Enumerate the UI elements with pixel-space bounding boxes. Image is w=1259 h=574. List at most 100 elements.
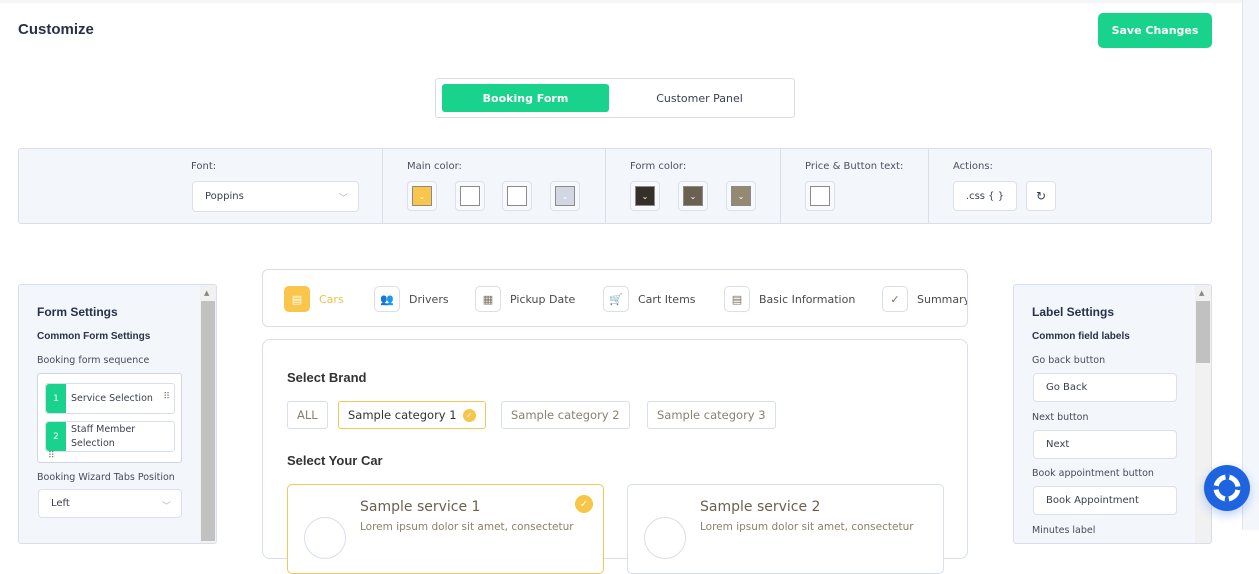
help-lifebuoy-button[interactable] [1204, 465, 1250, 511]
form-color-swatch-3[interactable]: ⌄ [726, 181, 756, 211]
chevron-down-icon: ⌄ [683, 186, 703, 206]
book-appointment-label: Book appointment button [1032, 468, 1154, 479]
booking-preview-card: Select Brand ALL Sample category 1 ✓ Sam… [262, 339, 968, 574]
price-color-section: Price & Button text: [781, 149, 929, 223]
document-icon: ▤ [724, 286, 750, 312]
step-label: Basic Information [759, 292, 856, 306]
next-input[interactable]: Next [1033, 430, 1177, 459]
book-appointment-input[interactable]: Book Appointment [1033, 486, 1177, 515]
main-color-section: Main color: ⌄ ⌄ [383, 149, 606, 223]
step-label: Cars [319, 292, 344, 306]
category-chip-3[interactable]: Sample category 3 [647, 401, 776, 429]
color-fill [507, 186, 527, 206]
form-color-label: Form color: [630, 161, 687, 172]
step-pickup-date[interactable]: ▦ Pickup Date [475, 286, 575, 312]
chevron-down-icon: ⌄ [412, 186, 432, 206]
service-card[interactable]: Sample service 2 Lorem ipsum dolor sit a… [627, 484, 944, 574]
chip-label: Sample category 1 [348, 408, 457, 422]
step-label: Cart Items [638, 292, 696, 306]
save-changes-button[interactable]: Save Changes [1098, 13, 1212, 48]
main-color-swatch-3[interactable] [502, 181, 532, 211]
top-border [0, 0, 1242, 3]
scroll-up-icon[interactable]: ▲ [204, 289, 209, 297]
form-color-swatch-1[interactable]: ⌄ [630, 181, 660, 211]
common-field-labels-heading: Common field labels [1032, 331, 1130, 342]
step-cars[interactable]: ▤ Cars [284, 286, 344, 312]
go-back-input[interactable]: Go Back [1033, 373, 1177, 402]
select-brand-heading: Select Brand [287, 370, 367, 385]
lifebuoy-icon [1213, 474, 1241, 502]
main-color-swatch-4[interactable]: ⌄ [550, 181, 580, 211]
step-label: Summary [917, 292, 968, 306]
chevron-down-icon: ⌄ [731, 186, 751, 206]
category-chip-all[interactable]: ALL [287, 401, 328, 429]
service-image [304, 517, 346, 559]
color-fill [810, 186, 830, 206]
next-label: Next button [1032, 412, 1089, 423]
step-label: Pickup Date [510, 292, 576, 306]
chevron-down-icon: ⌄ [635, 186, 655, 206]
check-icon: ✓ [462, 408, 476, 422]
sequence-label: Staff Member Selection [71, 424, 136, 449]
booking-sequence-list: 1 Service Selection ⠿ 2 Staff Member Sel… [37, 373, 182, 463]
service-description: Lorem ipsum dolor sit amet, consectetur [700, 521, 914, 533]
step-drivers[interactable]: 👥 Drivers [374, 286, 449, 312]
category-chip-2[interactable]: Sample category 2 [501, 401, 630, 429]
tabs-position-value: Left [51, 498, 70, 509]
label-settings-panel: Label Settings Common field labels Go ba… [1013, 284, 1212, 544]
chevron-down-icon: ﹀ [338, 194, 348, 204]
font-section: Font: Poppins ﹀ [19, 149, 383, 223]
users-icon: 👥 [374, 286, 400, 312]
check-icon: ✓ [575, 495, 593, 513]
sequence-item[interactable]: 1 Service Selection ⠿ [45, 383, 175, 414]
form-settings-panel: Form Settings Common Form Settings Booki… [18, 284, 217, 544]
scrollbar-thumb[interactable] [1196, 301, 1210, 363]
price-button-text-label: Price & Button text: [805, 161, 904, 172]
minutes-label: Minutes label [1032, 525, 1096, 536]
chip-label: Sample category 3 [657, 408, 766, 422]
main-color-swatch-1[interactable]: ⌄ [407, 181, 437, 211]
actions-section: Actions: .css { } ↻ [929, 149, 1211, 223]
right-edge-panel [1242, 0, 1259, 530]
service-title: Sample service 1 [360, 499, 481, 515]
step-basic-information[interactable]: ▤ Basic Information [724, 286, 855, 312]
form-settings-title: Form Settings [37, 305, 118, 319]
category-chip-1[interactable]: Sample category 1 ✓ [338, 401, 486, 429]
service-title: Sample service 2 [700, 499, 821, 515]
sequence-label: Service Selection [71, 393, 153, 404]
step-cart-items[interactable]: 🛒 Cart Items [603, 286, 696, 312]
main-color-label: Main color: [407, 161, 462, 172]
calendar-icon: ▦ [475, 286, 501, 312]
chevron-down-icon: ⌄ [555, 186, 575, 206]
service-card[interactable]: Sample service 1 Lorem ipsum dolor sit a… [287, 484, 604, 574]
form-color-swatch-2[interactable]: ⌄ [678, 181, 708, 211]
tabs-position-select[interactable]: Left ﹀ [38, 489, 182, 518]
main-color-swatch-2[interactable] [455, 181, 485, 211]
style-toolbar: Font: Poppins ﹀ Main color: ⌄ ⌄ Form col… [18, 148, 1212, 224]
font-select[interactable]: Poppins ﹀ [192, 181, 359, 212]
booking-steps-bar: ▤ Cars 👥 Drivers ▦ Pickup Date 🛒 Cart It… [262, 269, 968, 327]
service-description: Lorem ipsum dolor sit amet, consectetur [360, 521, 574, 533]
label-settings-title: Label Settings [1032, 305, 1115, 319]
scrollbar[interactable]: ▲ [200, 285, 216, 543]
price-color-swatch[interactable] [805, 181, 835, 211]
drag-handle-icon[interactable]: ⠿ [48, 451, 55, 461]
scrollbar[interactable]: ▲ [1195, 285, 1211, 543]
drag-handle-icon[interactable]: ⠿ [163, 392, 170, 402]
chip-label: ALL [297, 408, 318, 422]
form-color-section: Form color: ⌄ ⌄ ⌄ [606, 149, 781, 223]
sequence-number: 1 [46, 384, 66, 413]
reset-icon[interactable]: ↻ [1026, 181, 1056, 211]
common-form-settings-heading: Common Form Settings [37, 331, 151, 342]
tab-customer-panel[interactable]: Customer Panel [616, 84, 783, 112]
scroll-up-icon[interactable]: ▲ [1199, 289, 1204, 297]
step-summary[interactable]: ✓ Summary [882, 286, 968, 312]
custom-css-button[interactable]: .css { } [953, 181, 1017, 211]
font-label: Font: [191, 161, 217, 172]
service-image [644, 517, 686, 559]
actions-label: Actions: [953, 161, 993, 172]
mode-tab-switch: Booking Form Customer Panel [435, 78, 795, 118]
sequence-item[interactable]: 2 Staff Member Selection [45, 421, 175, 452]
scrollbar-thumb[interactable] [201, 301, 215, 541]
tab-booking-form[interactable]: Booking Form [442, 84, 609, 112]
